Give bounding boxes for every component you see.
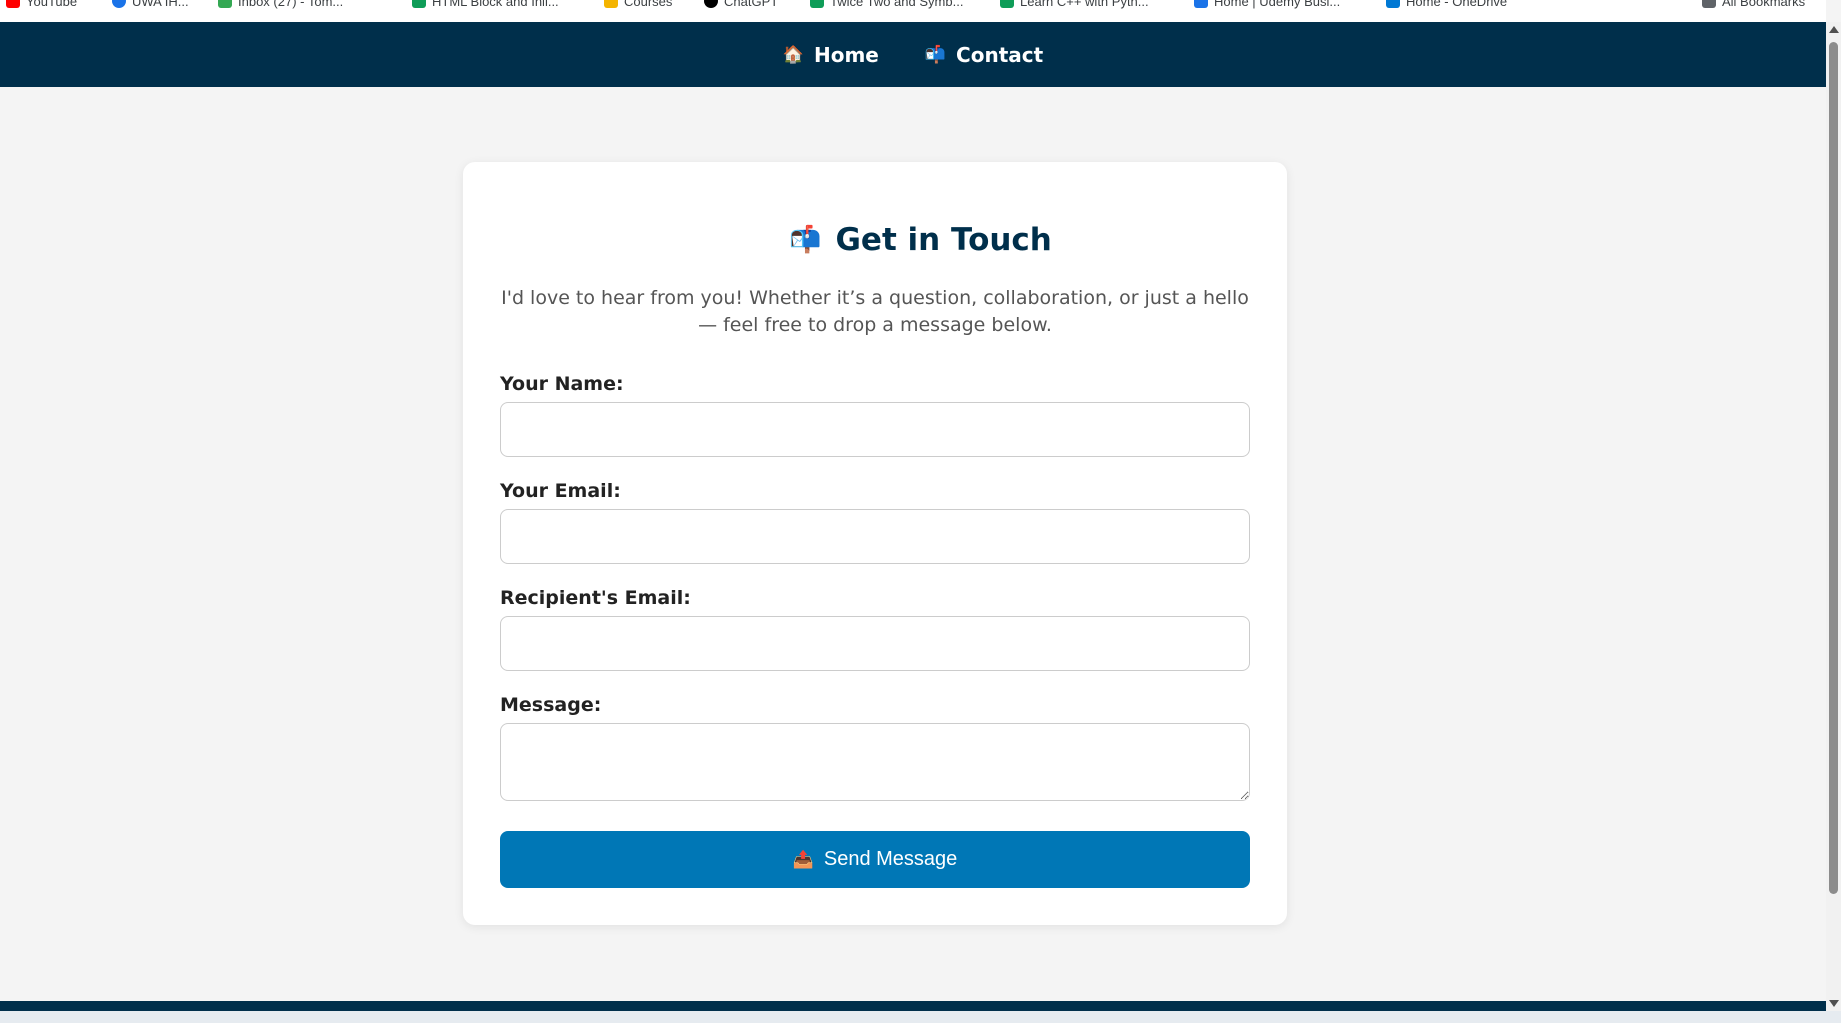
bookmark-onedrive[interactable]: Home - OneDrive [1386, 0, 1507, 10]
bookmark-icon [604, 0, 618, 8]
home-icon: 🏠 [782, 44, 804, 65]
page-title: 📬 Get in Touch [0, 222, 1841, 258]
mail-icon [218, 0, 232, 8]
bookmark-inbox[interactable]: Inbox (27) - Tom... [218, 0, 343, 10]
recipient-email-input[interactable] [500, 616, 1250, 671]
bookmark-chatgpt[interactable]: ChatGPT [704, 0, 778, 10]
footer-bar [0, 1001, 1826, 1011]
bookmark-udemy[interactable]: Home | Udemy Busi... [1194, 0, 1340, 10]
intro-text: I'd love to hear from you! Whether it’s … [501, 287, 1249, 336]
bookmark-icon [112, 0, 126, 8]
bookmark-courses[interactable]: Courses [604, 0, 672, 10]
email-label: Your Email: [500, 480, 621, 502]
bookmark-label: ChatGPT [724, 0, 779, 9]
bookmark-uwa[interactable]: UWA IH... [112, 0, 189, 10]
bookmark-icon [412, 0, 426, 8]
chatgpt-icon [704, 0, 718, 8]
message-label: Message: [500, 694, 602, 716]
bookmark-all-bookmarks[interactable]: All Bookmarks [1702, 0, 1805, 10]
bookmark-label: Courses [624, 0, 673, 9]
bookmark-label: Inbox (27) - Tom... [238, 0, 344, 9]
nav-link-contact[interactable]: 📬 Contact [925, 43, 1043, 67]
mailbox-icon: 📬 [789, 225, 822, 255]
bookmarks-bar: YouTube UWA IH... Inbox (27) - Tom... HT… [0, 0, 1826, 22]
mailbox-icon: 📬 [924, 44, 947, 65]
recipient-email-label: Recipient's Email: [500, 587, 691, 609]
top-navbar: 🏠 Home 📬 Contact [0, 22, 1826, 87]
scroll-down-arrow-icon[interactable] [1829, 1000, 1839, 1007]
bookmark-label: UWA IH... [132, 0, 189, 9]
page-title-text: Get in Touch [835, 222, 1052, 258]
bookmark-label: Home | Udemy Busi... [1214, 0, 1341, 9]
youtube-icon [6, 0, 20, 8]
bookmark-label: Home - OneDrive [1406, 0, 1508, 9]
onedrive-icon [1386, 0, 1400, 8]
bookmark-label: YouTube [26, 0, 78, 9]
bookmark-html-block[interactable]: HTML Block and Inli... [412, 0, 559, 10]
bookmark-label: All Bookmarks [1722, 0, 1806, 9]
name-label: Your Name: [500, 373, 624, 395]
bookmark-icon [1194, 0, 1208, 8]
bookmark-icon [1000, 0, 1014, 8]
folder-icon [1702, 0, 1716, 8]
os-taskbar [0, 1011, 1841, 1023]
bookmark-icon [810, 0, 824, 8]
scroll-up-arrow-icon[interactable] [1829, 26, 1839, 33]
outbox-icon: 📤 [792, 849, 814, 869]
nav-link-contact-label: Contact [956, 42, 1044, 67]
scrollbar-thumb[interactable] [1829, 42, 1838, 894]
bookmark-learn-cpp[interactable]: Learn C++ with Pyth... [1000, 0, 1149, 10]
send-message-label: Send Message [823, 848, 958, 870]
message-textarea[interactable] [500, 723, 1250, 801]
bookmark-label: Twice Two and Symb... [830, 0, 964, 9]
email-input[interactable] [500, 509, 1250, 564]
bookmark-youtube[interactable]: YouTube [6, 0, 77, 10]
send-message-button[interactable]: 📤 Send Message [500, 831, 1250, 888]
bookmark-label: Learn C++ with Pyth... [1020, 0, 1149, 9]
bookmark-label: HTML Block and Inli... [432, 0, 559, 9]
vertical-scrollbar[interactable] [1826, 22, 1841, 1011]
name-input[interactable] [500, 402, 1250, 457]
nav-link-home[interactable]: 🏠 Home [783, 43, 879, 67]
bookmark-twice-two[interactable]: Twice Two and Symb... [810, 0, 963, 10]
nav-link-home-label: Home [813, 42, 879, 67]
